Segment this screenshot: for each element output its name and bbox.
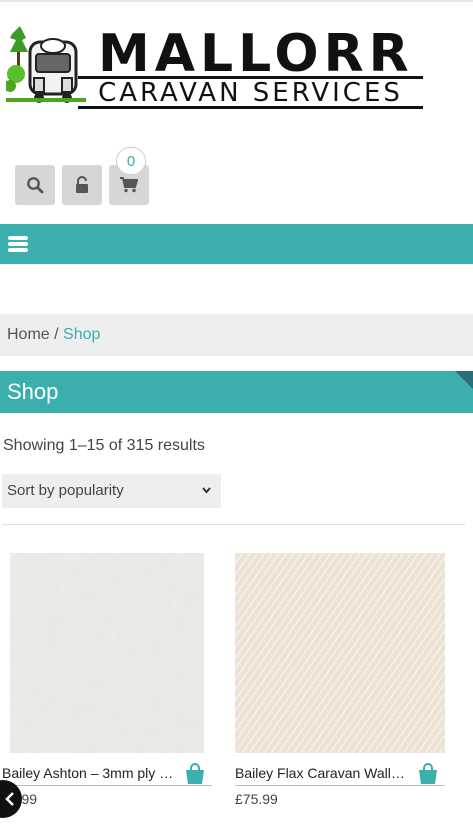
product-name[interactable]: Bailey Flax Caravan Wallbo… [235,765,410,781]
chevron-down-icon [202,487,211,494]
main-navigation [0,224,473,264]
page-title-bar: Shop [0,371,473,413]
product-underline [235,785,445,786]
product-price: £75.99 [235,791,278,807]
product-name[interactable]: Bailey Ashton – 3mm ply 7'… [2,765,177,781]
site-logo[interactable]: MALLORR CARAVAN SERVICES [6,24,423,109]
lock-icon [76,176,88,193]
breadcrumb-home-link[interactable]: Home [7,326,50,343]
product-image[interactable] [235,553,445,753]
cart-count-badge: 0 [116,147,146,175]
sort-select[interactable]: Sort by popularity [2,474,221,508]
chevron-left-icon [5,792,14,806]
menu-icon[interactable] [8,236,28,252]
caravan-logo-icon [6,26,86,103]
sort-selected-value: Sort by popularity [7,482,124,499]
result-count: Showing 1–15 of 315 results [3,437,205,454]
search-icon [27,177,44,194]
page-title: Shop [7,379,59,404]
search-button[interactable] [15,165,55,205]
divider [2,524,465,525]
breadcrumb-current: Shop [63,326,101,343]
breadcrumb-separator: / [49,326,64,343]
bag-icon[interactable] [417,763,439,785]
corner-decoration [455,371,473,389]
top-border [0,0,473,2]
account-button[interactable] [62,165,102,205]
cart-icon [120,177,138,193]
product-underline [2,785,212,786]
product-image[interactable] [10,553,204,753]
breadcrumb: Home / Shop [0,314,473,356]
bag-icon[interactable] [184,763,206,785]
logo-title: MALLORR [98,24,414,84]
logo-subtitle: CARAVAN SERVICES [78,76,423,109]
